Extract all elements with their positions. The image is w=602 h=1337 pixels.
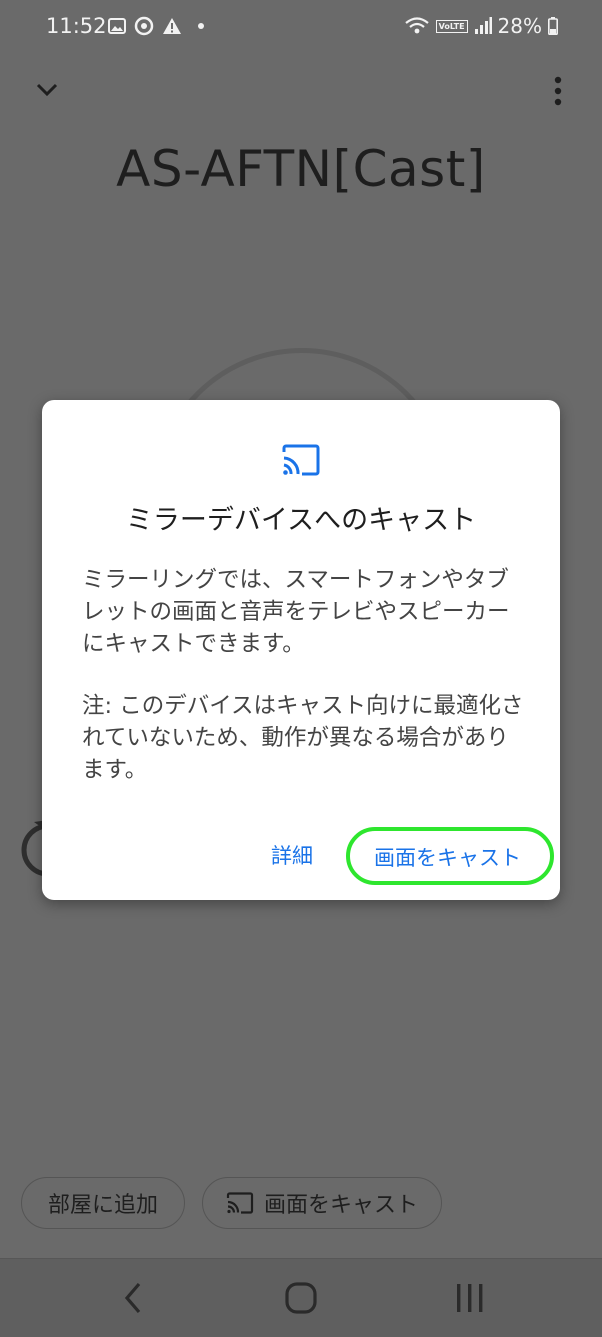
nav-recents-icon[interactable] bbox=[454, 1281, 486, 1315]
nav-back-icon[interactable] bbox=[122, 1281, 144, 1315]
battery-icon bbox=[548, 17, 558, 35]
screen: 11:52 VoLTE 28% AS-AFTN[Cast] 部屋に追加 画面をキ… bbox=[0, 0, 602, 1337]
system-icons: VoLTE 28% bbox=[404, 14, 558, 38]
assistant-icon bbox=[134, 16, 154, 36]
mirror-cast-dialog: ミラーデバイスへのキャスト ミラーリングでは、スマートフォンやタブレットの画面と… bbox=[42, 400, 560, 900]
status-bar: 11:52 VoLTE 28% bbox=[0, 0, 602, 56]
cast-icon bbox=[282, 444, 320, 476]
signal-icon bbox=[474, 17, 492, 34]
nav-home-icon[interactable] bbox=[284, 1281, 318, 1315]
chevron-down-icon[interactable] bbox=[35, 82, 59, 98]
wifi-icon bbox=[404, 17, 429, 34]
details-button[interactable]: 詳細 bbox=[271, 840, 313, 870]
device-title: AS-AFTN[Cast] bbox=[116, 140, 486, 198]
status-time: 11:52 bbox=[46, 14, 107, 38]
add-to-room-button[interactable]: 部屋に追加 bbox=[21, 1177, 185, 1229]
volte-badge: VoLTE bbox=[435, 19, 468, 33]
dialog-title: ミラーデバイスへのキャスト bbox=[125, 505, 477, 536]
add-to-room-label: 部屋に追加 bbox=[47, 1193, 158, 1218]
dialog-note-text: 注: このデバイスはキャスト向けに最適化されていないため、動作が異なる場合があり… bbox=[82, 693, 524, 783]
cast-screen-chip[interactable]: 画面をキャスト bbox=[202, 1177, 442, 1229]
notification-icons bbox=[108, 16, 204, 36]
more-vert-icon[interactable] bbox=[552, 76, 564, 106]
battery-percent: 28% bbox=[497, 14, 542, 38]
dialog-body-text: ミラーリングでは、スマートフォンやタブレットの画面と音声をテレビやスピーカーにキ… bbox=[82, 567, 510, 657]
cast-screen-chip-label: 画面をキャスト bbox=[263, 1193, 418, 1218]
warning-icon bbox=[163, 18, 181, 34]
more-notifications-dot bbox=[198, 23, 204, 29]
gallery-icon bbox=[108, 18, 126, 34]
cast-icon bbox=[226, 1192, 254, 1214]
system-navigation-bar bbox=[0, 1258, 602, 1337]
cast-screen-button[interactable]: 画面をキャスト bbox=[374, 842, 521, 872]
